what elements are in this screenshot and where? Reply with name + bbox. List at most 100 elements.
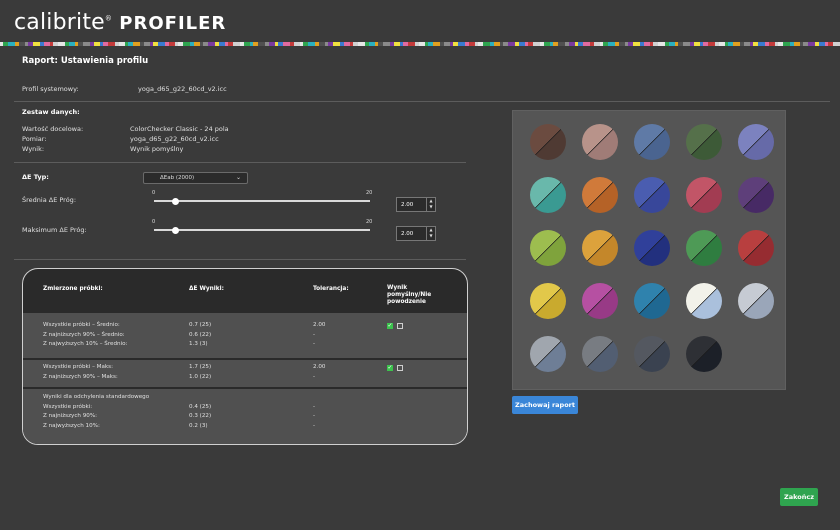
- color-patch: [634, 177, 670, 213]
- stripe-segment: [283, 42, 290, 46]
- app-logo: calibrite® PROFILER: [14, 10, 226, 35]
- max-threshold-value: 2.00: [401, 231, 414, 237]
- color-patch: [582, 124, 618, 160]
- color-patch-panel: [512, 110, 786, 390]
- stripe-segment: [608, 42, 615, 46]
- stripe-segment: [208, 42, 215, 46]
- color-patch: [530, 177, 566, 213]
- stripe-segment: [633, 42, 640, 46]
- fail-checkbox: [397, 323, 403, 329]
- row-tolerance: -: [313, 413, 316, 419]
- max-threshold-slider[interactable]: [154, 226, 370, 234]
- avg-threshold-label: Średnia ΔE Próg:: [22, 196, 77, 204]
- col-header-samples: Zmierzone próbki:: [43, 286, 103, 292]
- stripe-segment: [33, 42, 40, 46]
- stripe-segment: [333, 42, 340, 46]
- row-value: 0.7 (25): [189, 322, 212, 328]
- color-patch: [582, 230, 618, 266]
- result-group-average: Wszystkie próbki – Średnio: Z najniższyc…: [23, 313, 467, 358]
- max-slider-max: 20: [366, 219, 373, 225]
- dataset-target-value: ColorChecker Classic - 24 pola: [130, 125, 229, 133]
- color-patch: [530, 283, 566, 319]
- stripe-segment: [158, 42, 165, 46]
- avg-threshold-slider[interactable]: [154, 197, 370, 205]
- row-tolerance: -: [313, 403, 316, 410]
- color-patch: [634, 283, 670, 319]
- slider-knob[interactable]: [172, 197, 180, 205]
- color-patch: [582, 283, 618, 319]
- divider: [14, 259, 466, 260]
- stripe-segment: [458, 42, 465, 46]
- result-group-stddev: Wyniki dla odchylenia standardowego Wszy…: [23, 389, 467, 444]
- color-stripe: [0, 42, 840, 46]
- row-value: 0.4 (25): [189, 403, 212, 410]
- col-header-pass-fail: Wynik pomyślny/Nie powodzenie: [387, 285, 432, 305]
- row-label: Z najwyższych 10% – Średnio:: [43, 341, 128, 347]
- stripe-segment: [83, 42, 90, 46]
- dataset-result-label: Wynik:: [22, 145, 45, 153]
- max-threshold-spinbox[interactable]: 2.00 ▲ ▼: [396, 226, 436, 241]
- avg-threshold-value: 2.00: [401, 202, 414, 208]
- brand-light: calibrite: [14, 10, 105, 35]
- stripe-segment: [683, 42, 690, 46]
- row-tolerance: -: [313, 341, 316, 347]
- stripe-segment: [433, 42, 440, 46]
- stripe-segment: [733, 42, 740, 46]
- color-patch: [686, 124, 722, 160]
- dataset-measurement-label: Pomiar:: [22, 135, 47, 143]
- stripe-segment: [108, 42, 115, 46]
- row-value: 1.0 (22): [189, 373, 212, 380]
- color-patch: [582, 336, 618, 372]
- stripe-segment: [808, 42, 815, 46]
- avg-threshold-spinbox[interactable]: 2.00 ▲ ▼: [396, 197, 436, 212]
- color-patch: [686, 230, 722, 266]
- color-patch: [686, 177, 722, 213]
- color-patch: [530, 336, 566, 372]
- stripe-segment: [583, 42, 590, 46]
- color-patch: [582, 177, 618, 213]
- color-patch: [634, 124, 670, 160]
- color-patch: [738, 124, 774, 160]
- row-label: Z najniższych 90%:: [43, 413, 98, 419]
- max-threshold-label: Maksimum ΔE Próg:: [22, 226, 87, 234]
- brand-bold: PROFILER: [119, 13, 227, 34]
- color-patch: [738, 230, 774, 266]
- slider-knob[interactable]: [172, 226, 180, 234]
- fail-checkbox: [397, 365, 403, 371]
- row-tolerance: 2.00: [313, 322, 326, 328]
- stripe-segment: [8, 42, 15, 46]
- stripe-segment: [558, 42, 565, 46]
- row-value: 1.7 (25): [189, 364, 212, 370]
- row-label: Z najniższych 90% – Maks:: [43, 373, 118, 380]
- color-patch: [634, 230, 670, 266]
- avg-slider-min: 0: [152, 190, 156, 196]
- color-patch: [686, 283, 722, 319]
- col-header-results: ΔE Wyniki:: [189, 286, 224, 292]
- result-group-max: Wszystkie próbki – Maks: Z najniższych 9…: [23, 360, 467, 387]
- row-tolerance: -: [313, 422, 316, 429]
- dataset-measurement-value: yoga_d65_g22_60cd_v2.icc: [130, 135, 219, 143]
- stepper-arrows-icon[interactable]: ▲ ▼: [426, 227, 435, 240]
- stripe-segment: [533, 42, 540, 46]
- color-patch: [686, 336, 722, 372]
- stripe-segment: [408, 42, 415, 46]
- delta-type-label: ΔE Typ:: [22, 173, 49, 181]
- row-label: Z najniższych 90% – Średnio:: [43, 331, 125, 338]
- delta-type-select[interactable]: ΔEab (2000) ⌄: [143, 172, 248, 184]
- stripe-segment: [708, 42, 715, 46]
- page-title: Raport: Ustawienia profilu: [22, 56, 149, 66]
- stripe-segment: [183, 42, 190, 46]
- row-label: Wszystkie próbki:: [43, 403, 93, 410]
- save-report-button[interactable]: Zachowaj raport: [512, 396, 578, 414]
- color-patch: [530, 124, 566, 160]
- stripe-segment: [383, 42, 390, 46]
- stripe-segment: [308, 42, 315, 46]
- row-label: Z najwyższych 10%:: [43, 422, 100, 429]
- color-patch: [738, 177, 774, 213]
- finish-button[interactable]: Zakończ: [780, 488, 818, 506]
- stepper-arrows-icon[interactable]: ▲ ▼: [426, 198, 435, 211]
- chevron-down-icon: ⌄: [235, 174, 241, 181]
- results-table: Zmierzone próbki: ΔE Wyniki: Tolerancja:…: [22, 268, 468, 445]
- dataset-heading: Zestaw danych:: [22, 108, 80, 116]
- stripe-segment: [258, 42, 265, 46]
